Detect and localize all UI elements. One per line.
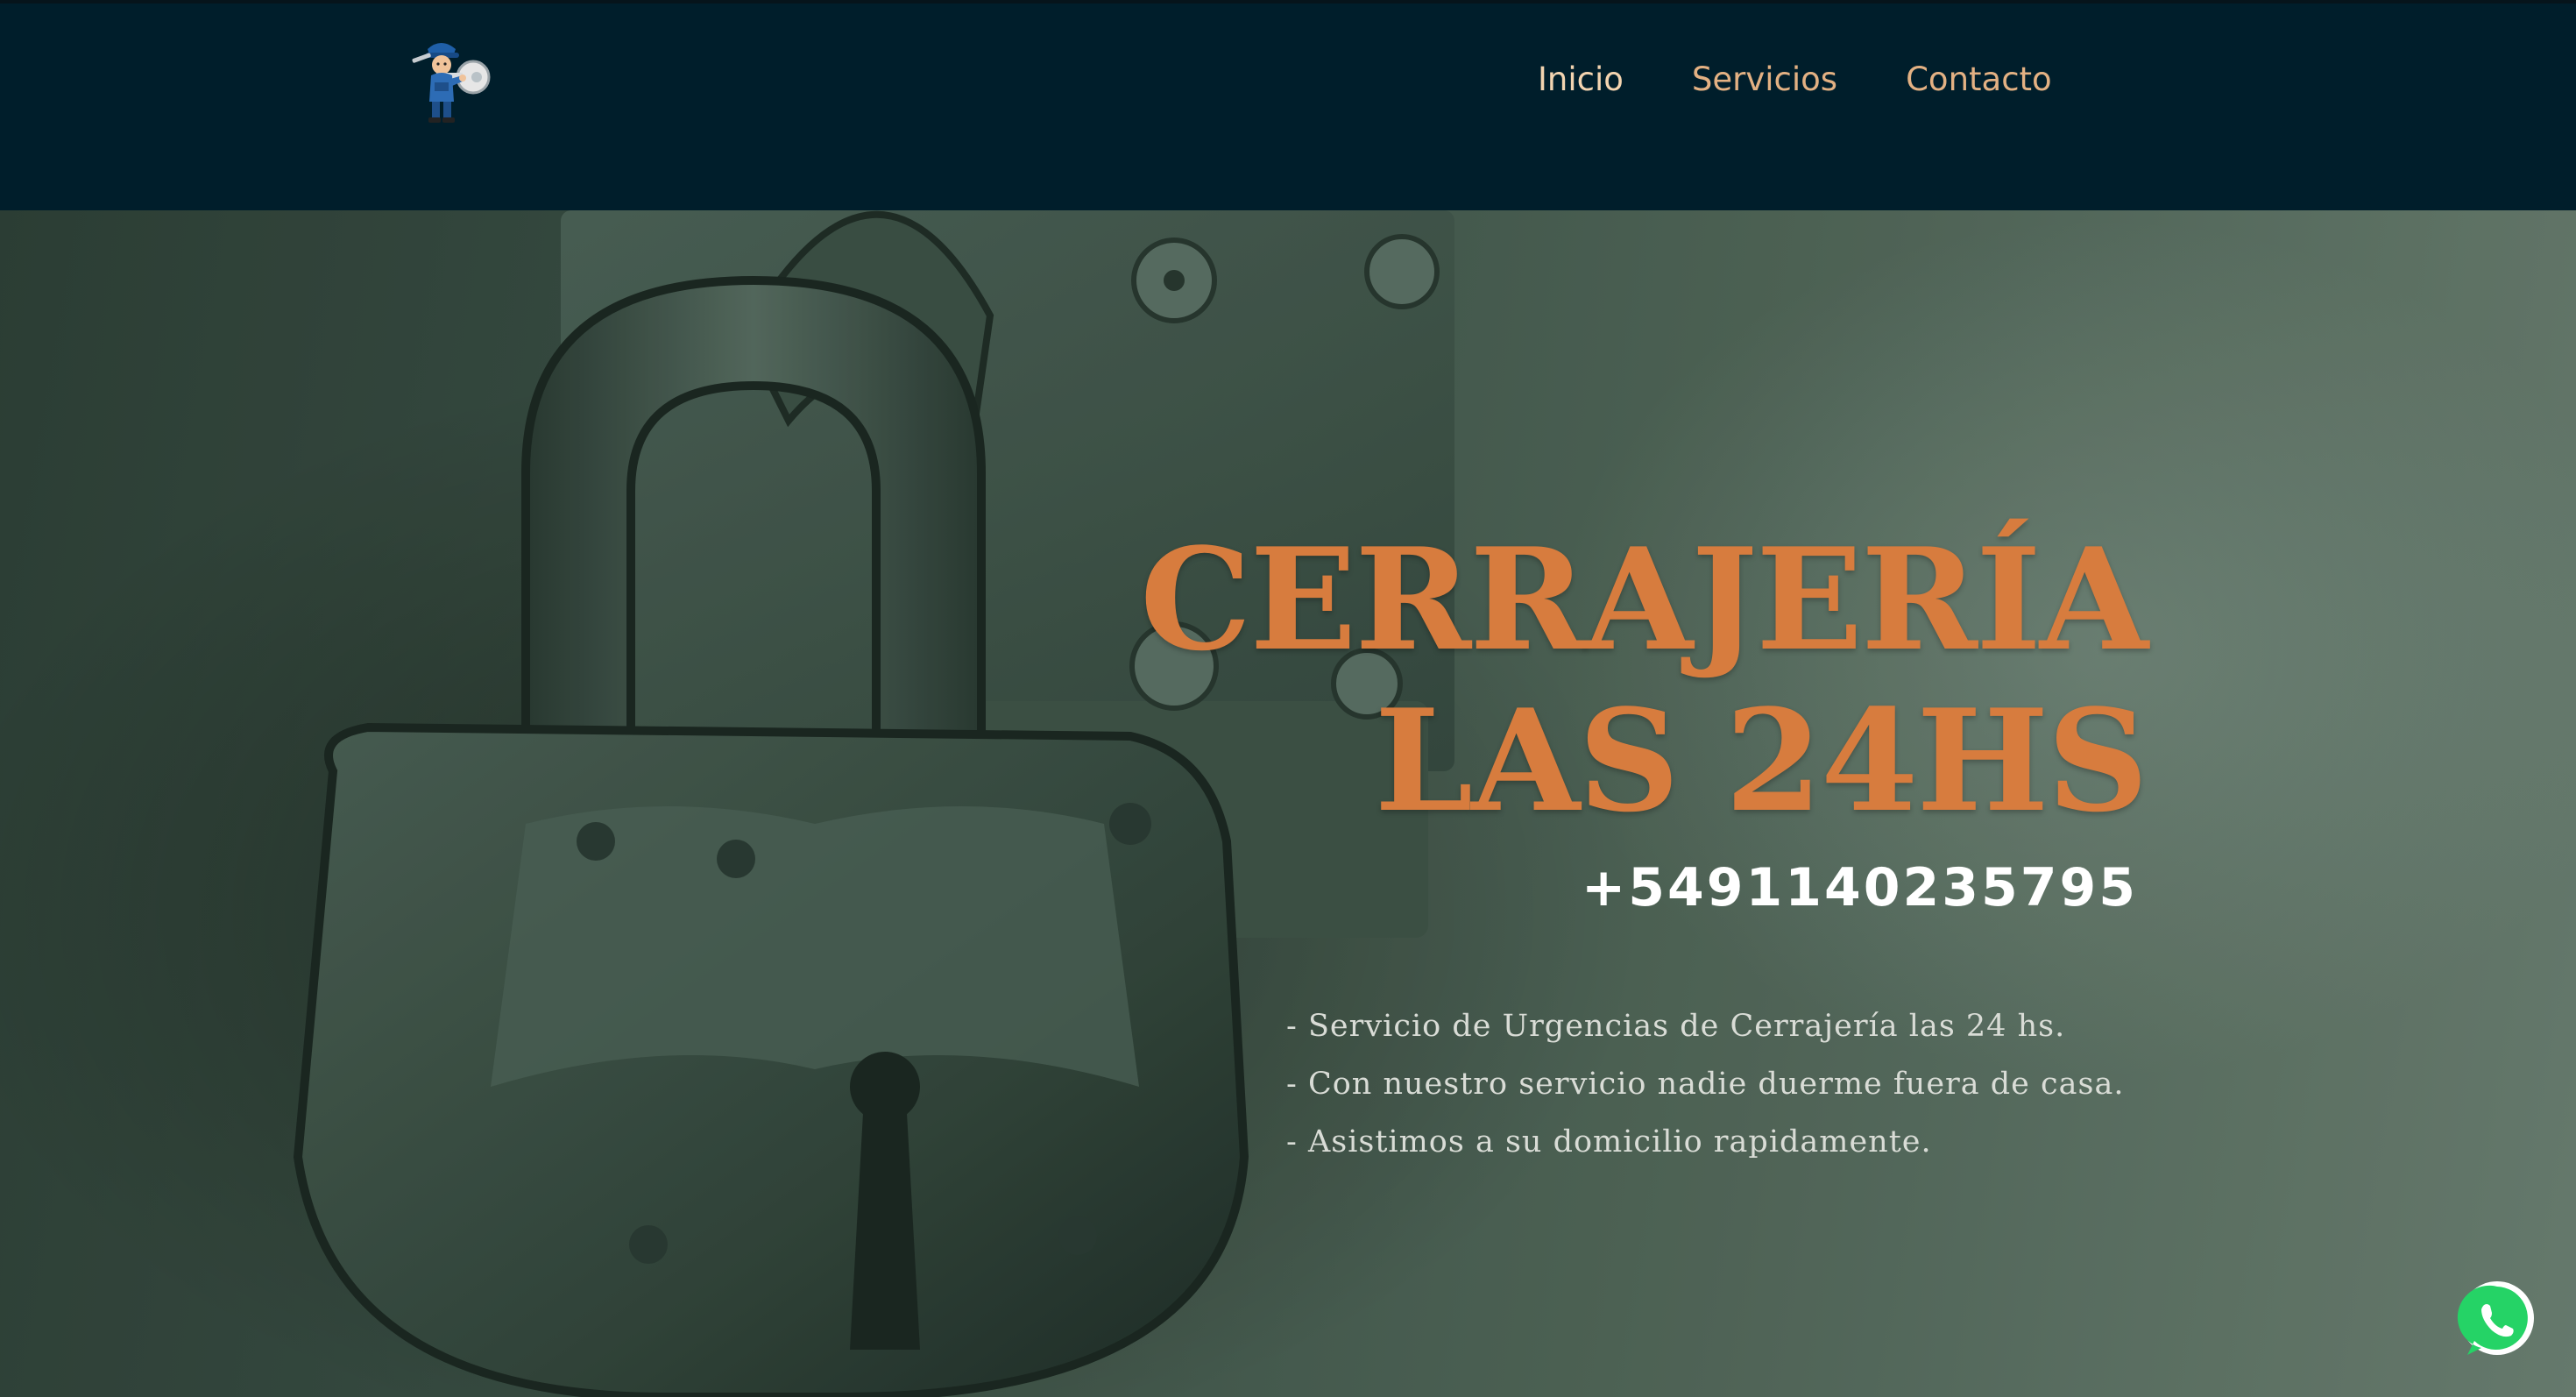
service-item: - Con nuestro servicio nadie duerme fuer…: [1286, 1067, 2125, 1102]
locksmith-mascot-icon[interactable]: [401, 32, 499, 130]
service-item: - Servicio de Urgencias de Cerrajería la…: [1286, 1009, 2066, 1044]
nav-inicio[interactable]: Inicio: [1538, 60, 1624, 98]
nav-servicios[interactable]: Servicios: [1692, 60, 1837, 98]
hero-section: CERRAJERÍA LAS 24HS +5491140235795 - Ser…: [0, 210, 2576, 1397]
phone-number[interactable]: +5491140235795: [1086, 857, 2138, 918]
whatsapp-icon: [2457, 1281, 2534, 1355]
services-list: - Servicio de Urgencias de Cerrajería la…: [1286, 997, 2250, 1171]
site-header: Inicio Servicios Contacto: [0, 0, 2576, 210]
service-item: - Asistimos a su domicilio rapidamente.: [1286, 1124, 1932, 1159]
main-nav: Inicio Servicios Contacto: [1538, 54, 2052, 103]
hero-title-line-2: LAS 24HS: [1374, 678, 2148, 843]
hero-title-line-1: CERRAJERÍA: [1140, 517, 2148, 682]
nav-contacto[interactable]: Contacto: [1906, 60, 2052, 98]
whatsapp-button[interactable]: [2455, 1278, 2539, 1362]
hero-title: CERRAJERÍA LAS 24HS: [745, 517, 2148, 843]
